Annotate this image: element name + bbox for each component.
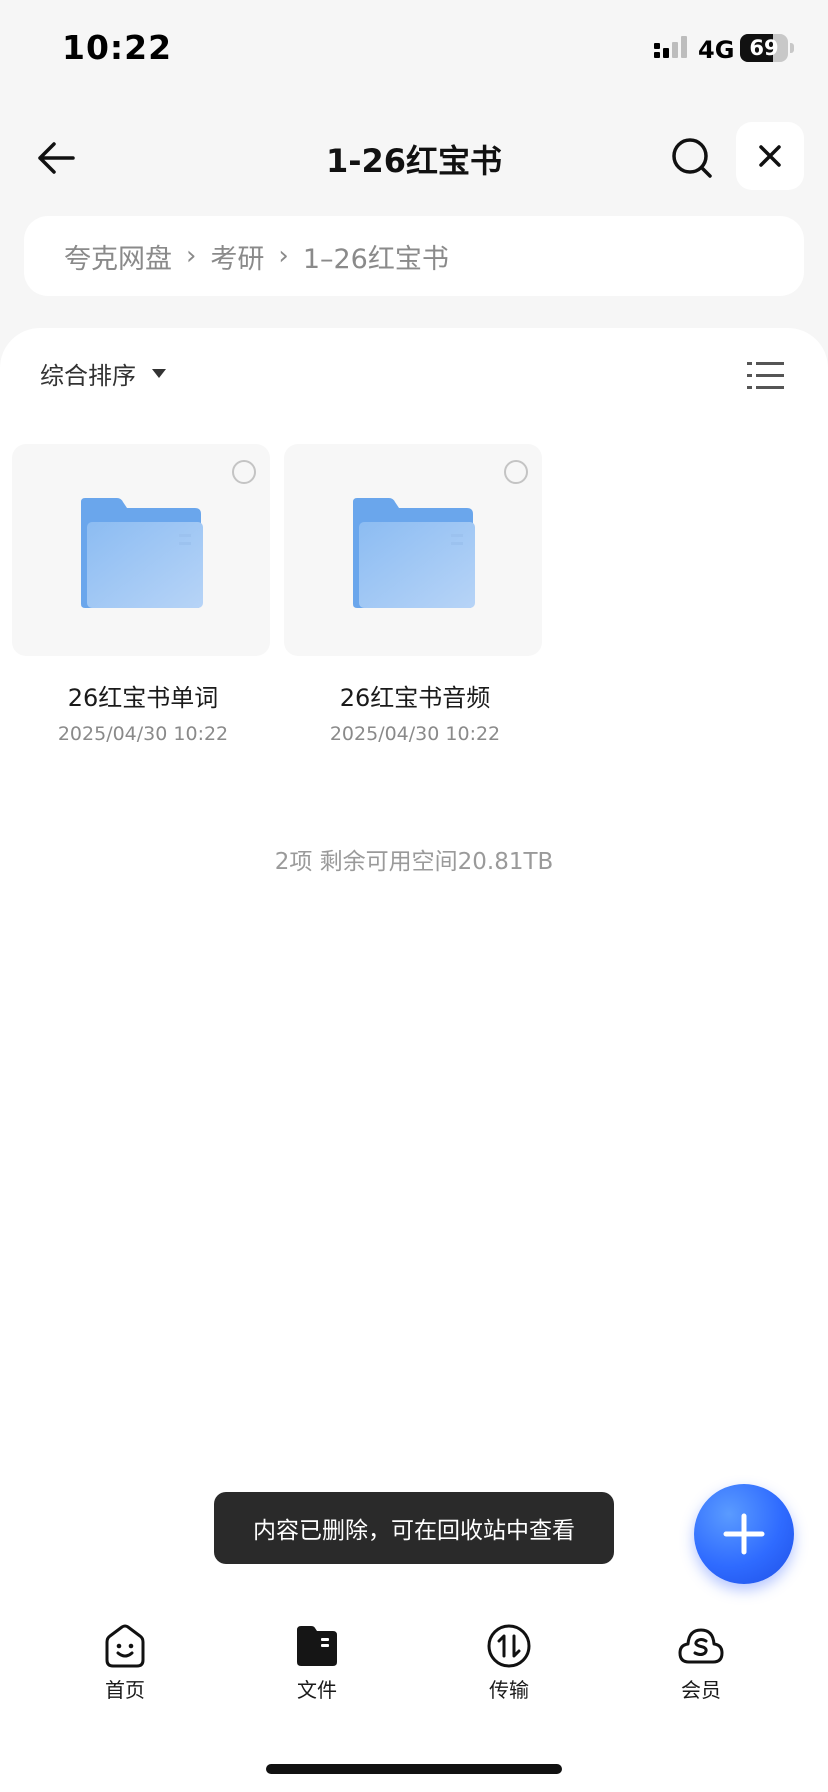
file-thumbnail[interactable] (284, 444, 542, 656)
bottom-tab-bar: 首页 文件 传输 会员 (0, 1622, 828, 1722)
folder-icon (81, 498, 203, 608)
back-arrow-icon (38, 142, 75, 174)
add-button[interactable] (694, 1484, 794, 1584)
home-face-icon (105, 1624, 145, 1668)
breadcrumb-separator: › (186, 241, 197, 271)
folder-icon (353, 498, 475, 608)
tab-label: 首页 (105, 1678, 145, 1702)
select-checkbox[interactable] (232, 460, 256, 484)
sort-dropdown[interactable]: 综合排序 (40, 356, 166, 391)
file-item[interactable]: 26红宝书音频 2025/04/30 10:22 (284, 444, 546, 745)
toast-message: 内容已删除，可在回收站中查看 (214, 1492, 614, 1564)
back-button[interactable] (28, 130, 84, 186)
tab-label: 传输 (489, 1678, 529, 1702)
file-name: 26红宝书单词 (67, 684, 219, 712)
page-title: 1-26红宝书 (325, 142, 503, 180)
status-bar: 10:22 4G 69 (0, 0, 828, 100)
sort-label: 综合排序 (40, 362, 136, 390)
breadcrumb-item-root[interactable]: 夸克网盘 (64, 237, 172, 276)
tab-label: 文件 (297, 1678, 337, 1702)
signal-bars-icon (654, 36, 687, 58)
dropdown-caret-icon (152, 369, 166, 378)
battery-icon: 69 (740, 34, 794, 62)
file-item[interactable]: 26红宝书单词 2025/04/30 10:22 (12, 444, 274, 745)
search-button[interactable] (662, 128, 722, 188)
home-indicator (266, 1764, 562, 1774)
tab-label: 会员 (681, 1678, 721, 1702)
tab-home[interactable]: 首页 (70, 1622, 180, 1703)
toast-text: 内容已删除，可在回收站中查看 (253, 1518, 575, 1544)
file-list-panel: 综合排序 26红宝书单词 2025/04/30 10:22 26红宝书音频 20… (0, 328, 828, 1792)
tab-files[interactable]: 文件 (262, 1622, 372, 1703)
network-type: 4G (698, 36, 735, 64)
list-view-icon[interactable] (746, 356, 786, 396)
battery-percent: 69 (749, 36, 779, 60)
breadcrumb-item-kaoyan[interactable]: 考研 (210, 237, 264, 276)
file-date: 2025/04/30 10:22 (57, 723, 229, 745)
breadcrumb-separator: › (278, 241, 289, 271)
file-thumbnail[interactable] (12, 444, 270, 656)
plus-icon (723, 1513, 765, 1555)
file-name: 26红宝书音频 (339, 684, 491, 712)
header: 1-26红宝书 (0, 110, 828, 206)
storage-info: 2项 剩余可用空间20.81TB (274, 849, 554, 875)
status-time: 10:22 (62, 28, 173, 67)
transfer-icon (487, 1624, 531, 1668)
close-button[interactable] (736, 122, 804, 190)
breadcrumb: 夸克网盘 › 考研 › 1–26红宝书 (24, 216, 804, 296)
close-icon (759, 145, 781, 167)
file-date: 2025/04/30 10:22 (329, 723, 501, 745)
search-icon (672, 138, 712, 178)
tab-member[interactable]: 会员 (646, 1622, 756, 1703)
breadcrumb-item-current: 1–26红宝书 (302, 243, 449, 275)
tab-transfer[interactable]: 传输 (454, 1622, 564, 1703)
files-folder-icon (297, 1626, 337, 1666)
member-cloud-icon (678, 1628, 724, 1664)
select-checkbox[interactable] (504, 460, 528, 484)
